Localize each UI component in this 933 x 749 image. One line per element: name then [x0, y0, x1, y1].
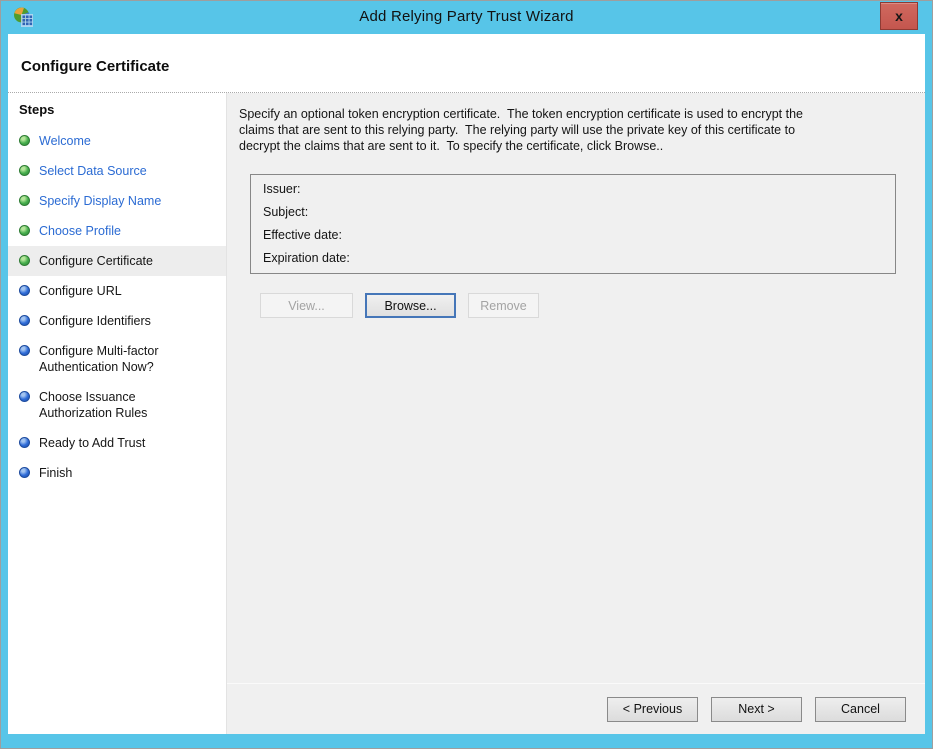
description-text: Specify an optional token encryption cer…: [239, 106, 901, 154]
step-bullet-icon: [19, 195, 30, 206]
certificate-field-label: Effective date:: [263, 224, 883, 247]
steps-heading: Steps: [8, 100, 226, 126]
titlebar: Add Relying Party Trust Wizard x: [1, 1, 932, 34]
remove-button: Remove: [468, 293, 539, 318]
window-title: Add Relying Party Trust Wizard: [1, 8, 932, 25]
step-bullet-icon: [19, 437, 30, 448]
cancel-button[interactable]: Cancel: [815, 697, 906, 722]
step-label: Ready to Add Trust: [39, 435, 145, 451]
wizard-window: Add Relying Party Trust Wizard x Configu…: [0, 0, 933, 749]
step-bullet-icon: [19, 165, 30, 176]
close-button[interactable]: x: [880, 2, 918, 30]
step-label: Select Data Source: [39, 163, 147, 179]
step-bullet-icon: [19, 255, 30, 266]
steps-list: Welcome Select Data Source Specify Displ…: [8, 126, 226, 488]
view-button: View...: [260, 293, 353, 318]
content-area: Steps Welcome Select Data Source: [8, 92, 925, 734]
step-configure-mfa: Configure Multi-factor Authentication No…: [8, 336, 226, 382]
window-body: Configure Certificate Steps Welcome: [8, 34, 925, 734]
step-label: Choose Profile: [39, 223, 121, 239]
step-label: Finish: [39, 465, 72, 481]
step-label: Configure Multi-factor Authentication No…: [39, 343, 159, 375]
step-label: Configure Identifiers: [39, 313, 151, 329]
step-label: Choose Issuance Authorization Rules: [39, 389, 147, 421]
step-configure-url: Configure URL: [8, 276, 226, 306]
step-bullet-icon: [19, 345, 30, 356]
step-bullet-icon: [19, 391, 30, 402]
wizard-nav-buttons: < Previous Next > Cancel: [607, 697, 906, 722]
steps-sidebar: Steps Welcome Select Data Source: [8, 93, 226, 734]
certificate-field-label: Expiration date:: [263, 247, 883, 270]
certificate-field-label: Issuer:: [263, 178, 883, 201]
next-button[interactable]: Next >: [711, 697, 802, 722]
step-ready-to-add-trust: Ready to Add Trust: [8, 428, 226, 458]
step-bullet-icon: [19, 315, 30, 326]
wizard-footer: < Previous Next > Cancel: [227, 683, 925, 734]
step-specify-display-name[interactable]: Specify Display Name: [8, 186, 226, 216]
certificate-actions: View... Browse... Remove: [260, 293, 901, 318]
main-panel: Specify an optional token encryption cer…: [226, 93, 925, 734]
step-welcome[interactable]: Welcome: [8, 126, 226, 156]
step-configure-identifiers: Configure Identifiers: [8, 306, 226, 336]
step-choose-profile[interactable]: Choose Profile: [8, 216, 226, 246]
certificate-details-box: Issuer: Subject: Effective date: Expirat…: [250, 174, 896, 274]
step-bullet-icon: [19, 135, 30, 146]
previous-button[interactable]: < Previous: [607, 697, 698, 722]
step-choose-issuance-rules: Choose Issuance Authorization Rules: [8, 382, 226, 428]
step-finish: Finish: [8, 458, 226, 488]
step-label: Configure URL: [39, 283, 122, 299]
page-header: Configure Certificate: [8, 34, 925, 92]
step-label: Configure Certificate: [39, 253, 153, 269]
step-bullet-icon: [19, 225, 30, 236]
certificate-field-label: Subject:: [263, 201, 883, 224]
step-bullet-icon: [19, 467, 30, 478]
step-select-data-source[interactable]: Select Data Source: [8, 156, 226, 186]
step-configure-certificate: Configure Certificate: [8, 246, 226, 276]
page-title: Configure Certificate: [8, 34, 925, 75]
step-bullet-icon: [19, 285, 30, 296]
step-label: Specify Display Name: [39, 193, 161, 209]
step-label: Welcome: [39, 133, 91, 149]
browse-button[interactable]: Browse...: [365, 293, 456, 318]
